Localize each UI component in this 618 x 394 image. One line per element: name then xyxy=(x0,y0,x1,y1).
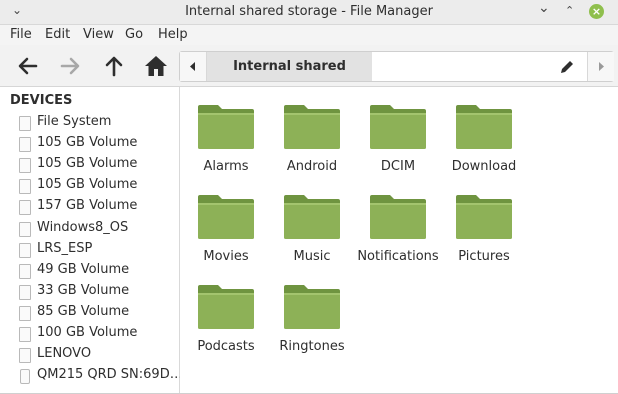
sidebar-device-label: LENOVO xyxy=(37,346,92,362)
folder-icon xyxy=(456,195,512,239)
drive-icon xyxy=(19,348,31,364)
caret-left-icon xyxy=(190,62,195,71)
folder-item[interactable]: Pictures xyxy=(441,185,527,267)
phone-icon xyxy=(20,369,30,385)
folder-icon xyxy=(284,195,340,239)
folder-label: Ringtones xyxy=(279,339,345,354)
devices-heading: DEVICES xyxy=(10,93,73,108)
drive-icon xyxy=(19,137,31,153)
path-bar: Internal shared storage xyxy=(179,51,614,103)
folder-icon xyxy=(198,105,254,149)
folder-label: Podcasts xyxy=(197,339,255,354)
sidebar: DEVICES File System 105 GB Volume 105 GB V… xyxy=(0,87,183,394)
sidebar-device-label: Windows8_OS xyxy=(37,219,129,235)
menu-view[interactable]: View xyxy=(83,27,114,42)
folder-icon xyxy=(370,195,426,239)
drive-icon xyxy=(19,179,31,195)
folder-item[interactable]: Ringtones xyxy=(269,275,355,357)
sidebar-device-label: 85 GB Volume xyxy=(37,303,130,319)
folder-icon xyxy=(198,195,254,239)
drive-icon xyxy=(19,242,31,258)
drive-icon xyxy=(19,200,31,216)
sidebar-device-label: 157 GB Volume xyxy=(37,198,138,214)
folder-item[interactable]: DCIM xyxy=(355,95,441,177)
folder-label: Android xyxy=(286,159,338,174)
drive-icon xyxy=(19,284,31,300)
close-icon[interactable]: × xyxy=(589,4,604,19)
back-arrow-icon[interactable] xyxy=(14,52,42,80)
folder-icon xyxy=(198,285,254,329)
drive-icon xyxy=(19,158,31,174)
sidebar-device-label: 105 GB Volume xyxy=(37,156,138,172)
folder-item[interactable]: Download xyxy=(441,95,527,177)
drive-icon xyxy=(19,263,31,279)
folder-label: Notifications xyxy=(357,249,439,264)
window-title: Internal shared storage - File Manager xyxy=(185,4,433,19)
up-arrow-icon[interactable] xyxy=(100,52,128,80)
path-scroll-right-button[interactable] xyxy=(587,52,614,81)
menu-edit[interactable]: Edit xyxy=(45,27,70,42)
folder-item[interactable]: Music xyxy=(269,185,355,267)
toolbar: Internal shared storage xyxy=(0,45,618,103)
maximize-icon[interactable]: ⌃ xyxy=(565,4,574,17)
sidebar-device-label: 100 GB Volume xyxy=(37,325,138,340)
home-icon[interactable] xyxy=(142,52,170,80)
folder-icon xyxy=(370,105,426,149)
title-bar: ⌄ Internal shared storage - File Manager… xyxy=(0,0,618,25)
sidebar-device-label: 49 GB Volume xyxy=(37,261,130,277)
menu-help[interactable]: Help xyxy=(158,27,188,42)
folder-label: Music xyxy=(293,249,331,264)
pencil-icon[interactable] xyxy=(558,58,576,76)
forward-arrow-icon[interactable] xyxy=(56,52,84,80)
sidebar-device-label: 33 GB Volume xyxy=(37,282,130,298)
sidebar-device-label: 105 GB Volume xyxy=(37,177,138,193)
path-scroll-left-button[interactable] xyxy=(180,52,207,81)
folder-item[interactable]: Android xyxy=(269,95,355,177)
folder-item[interactable]: Notifications xyxy=(355,185,441,267)
folder-label: Download xyxy=(451,159,517,174)
drive-icon xyxy=(19,116,31,131)
menu-file[interactable]: File xyxy=(10,27,32,42)
folder-icon xyxy=(456,105,512,149)
drive-icon xyxy=(19,305,31,321)
folder-item[interactable]: Movies xyxy=(183,185,269,267)
sidebar-device-label: QM215 QRD SN:69D… xyxy=(37,367,183,383)
folder-label: Movies xyxy=(203,249,249,264)
sidebar-device-label: File System xyxy=(37,114,112,129)
drive-icon xyxy=(19,327,31,342)
menu-bar: File Edit View Go Help xyxy=(0,25,618,45)
caret-right-icon xyxy=(599,62,604,71)
folder-view: Alarms Android DCIM Download Movies Music Noti… xyxy=(180,87,618,394)
minimize-icon[interactable]: ⌄ xyxy=(538,0,550,16)
menu-go[interactable]: Go xyxy=(125,27,143,42)
folder-icon xyxy=(284,105,340,149)
folder-item[interactable]: Podcasts xyxy=(183,275,269,357)
folder-label: Alarms xyxy=(203,159,249,174)
folder-icon xyxy=(284,285,340,329)
sidebar-device-label: LRS_ESP xyxy=(37,240,93,256)
sidebar-device-label: 105 GB Volume xyxy=(37,135,138,151)
breadcrumb-internal-shared-storage[interactable]: Internal shared storage xyxy=(207,52,372,103)
drive-icon xyxy=(19,221,31,237)
folder-label: DCIM xyxy=(380,159,416,174)
folder-item[interactable]: Alarms xyxy=(183,95,269,177)
folder-label: Pictures xyxy=(458,249,510,264)
